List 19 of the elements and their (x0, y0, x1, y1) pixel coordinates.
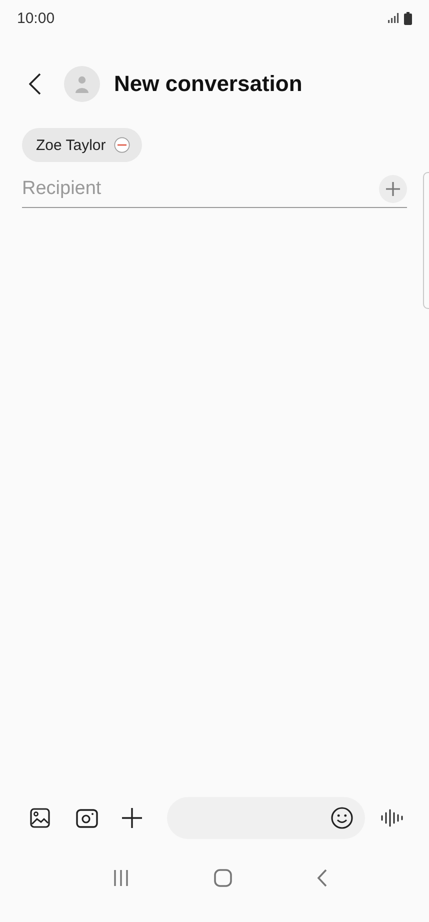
remove-icon[interactable] (114, 137, 130, 153)
camera-icon[interactable] (76, 808, 98, 828)
recipient-field[interactable]: Recipient (22, 178, 379, 200)
back-nav-icon[interactable] (316, 869, 326, 887)
plus-icon[interactable] (122, 808, 142, 828)
home-icon[interactable] (214, 869, 232, 887)
recipient-chip[interactable]: Zoe Taylor (22, 128, 142, 162)
message-field[interactable] (167, 797, 365, 839)
battery-icon (404, 12, 412, 24)
status-time: 10:00 (17, 10, 55, 26)
signal-icon (388, 13, 400, 23)
voice-icon[interactable] (381, 809, 403, 827)
recipient-name: Zoe Taylor (36, 136, 106, 154)
recent-apps-icon[interactable] (112, 870, 128, 886)
screen-title: New conversation (114, 71, 302, 97)
emoji-icon[interactable] (331, 807, 353, 829)
add-icon[interactable] (379, 175, 407, 203)
image-icon[interactable] (30, 808, 50, 828)
back-icon[interactable] (29, 73, 41, 95)
